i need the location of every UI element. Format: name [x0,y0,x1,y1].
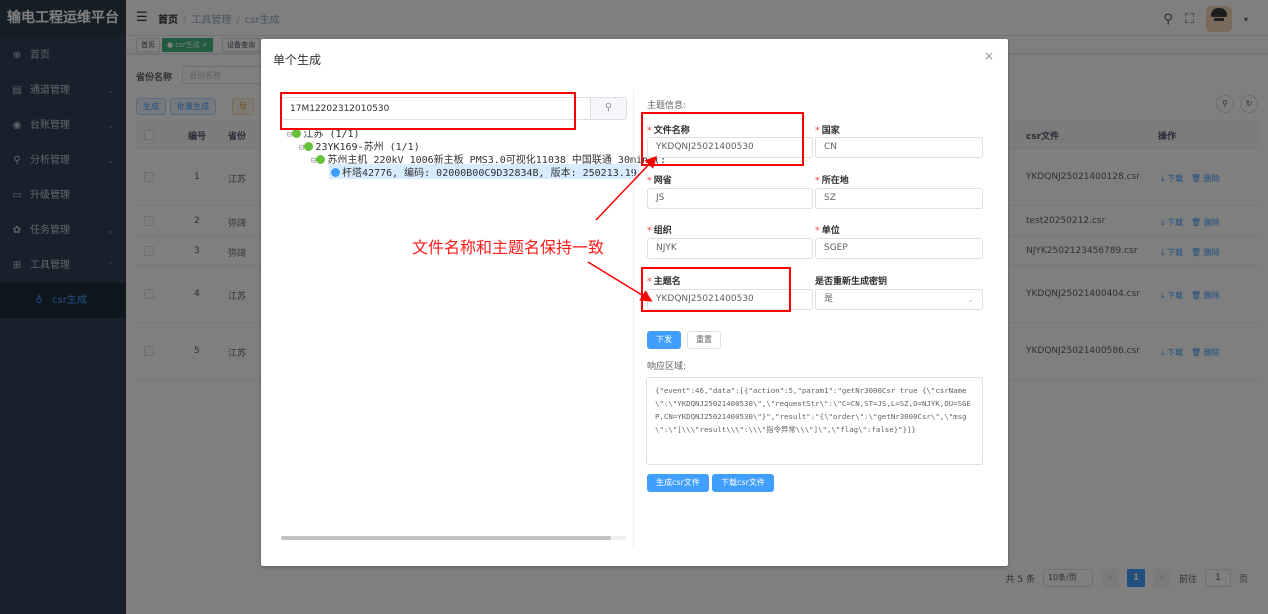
response-label: 响应区域: [647,362,687,372]
tree-scrollbar[interactable] [281,536,627,540]
chevron-down-icon: ⌄ [967,295,974,304]
regen-key-select[interactable]: 是 ⌄ [815,289,983,310]
send-button[interactable]: 下发 [647,331,681,349]
node-icon [316,155,326,164]
section-title: 主题信息: [647,101,687,111]
country-input[interactable]: CN [815,137,983,158]
regen-key-label: 是否重新生成密钥 [815,277,888,287]
org-input[interactable]: NJYK [647,238,813,259]
dialog-title: 单个生成 [273,53,322,67]
annotation-box-search [280,92,576,130]
annotation-box-subject [641,267,791,312]
unit-label: * 单位 [815,226,840,236]
org-label: * 组织 [647,226,672,236]
generate-csr-button[interactable]: 生成csr文件 [647,474,709,492]
tree-node-tower[interactable]: 杆塔42776, 编码: 02000B00C9D32834B, 版本: 2502… [329,164,639,179]
pane-divider [633,89,634,549]
response-textarea[interactable]: {"event":46,"data":[{"action":5,"param1"… [646,377,983,465]
search-icon[interactable]: ⚲ [590,98,626,119]
annotation-box-filename [641,112,804,166]
node-icon [304,142,314,151]
province-field[interactable]: JS [647,188,813,209]
reset-button[interactable]: 重置 [687,331,721,349]
unit-input[interactable]: SGEP [815,238,983,259]
close-icon[interactable]: × [984,49,994,63]
annotation-text: 文件名称和主题名保持一致 [412,238,605,257]
location-input[interactable]: SZ [815,188,983,209]
location-label: * 所在地 [815,176,849,186]
download-csr-button[interactable]: 下载csr文件 [712,474,774,492]
camera-icon [331,168,340,177]
province-label: * 网省 [647,176,672,186]
country-label: * 国家 [815,126,840,136]
node-icon [292,129,302,138]
